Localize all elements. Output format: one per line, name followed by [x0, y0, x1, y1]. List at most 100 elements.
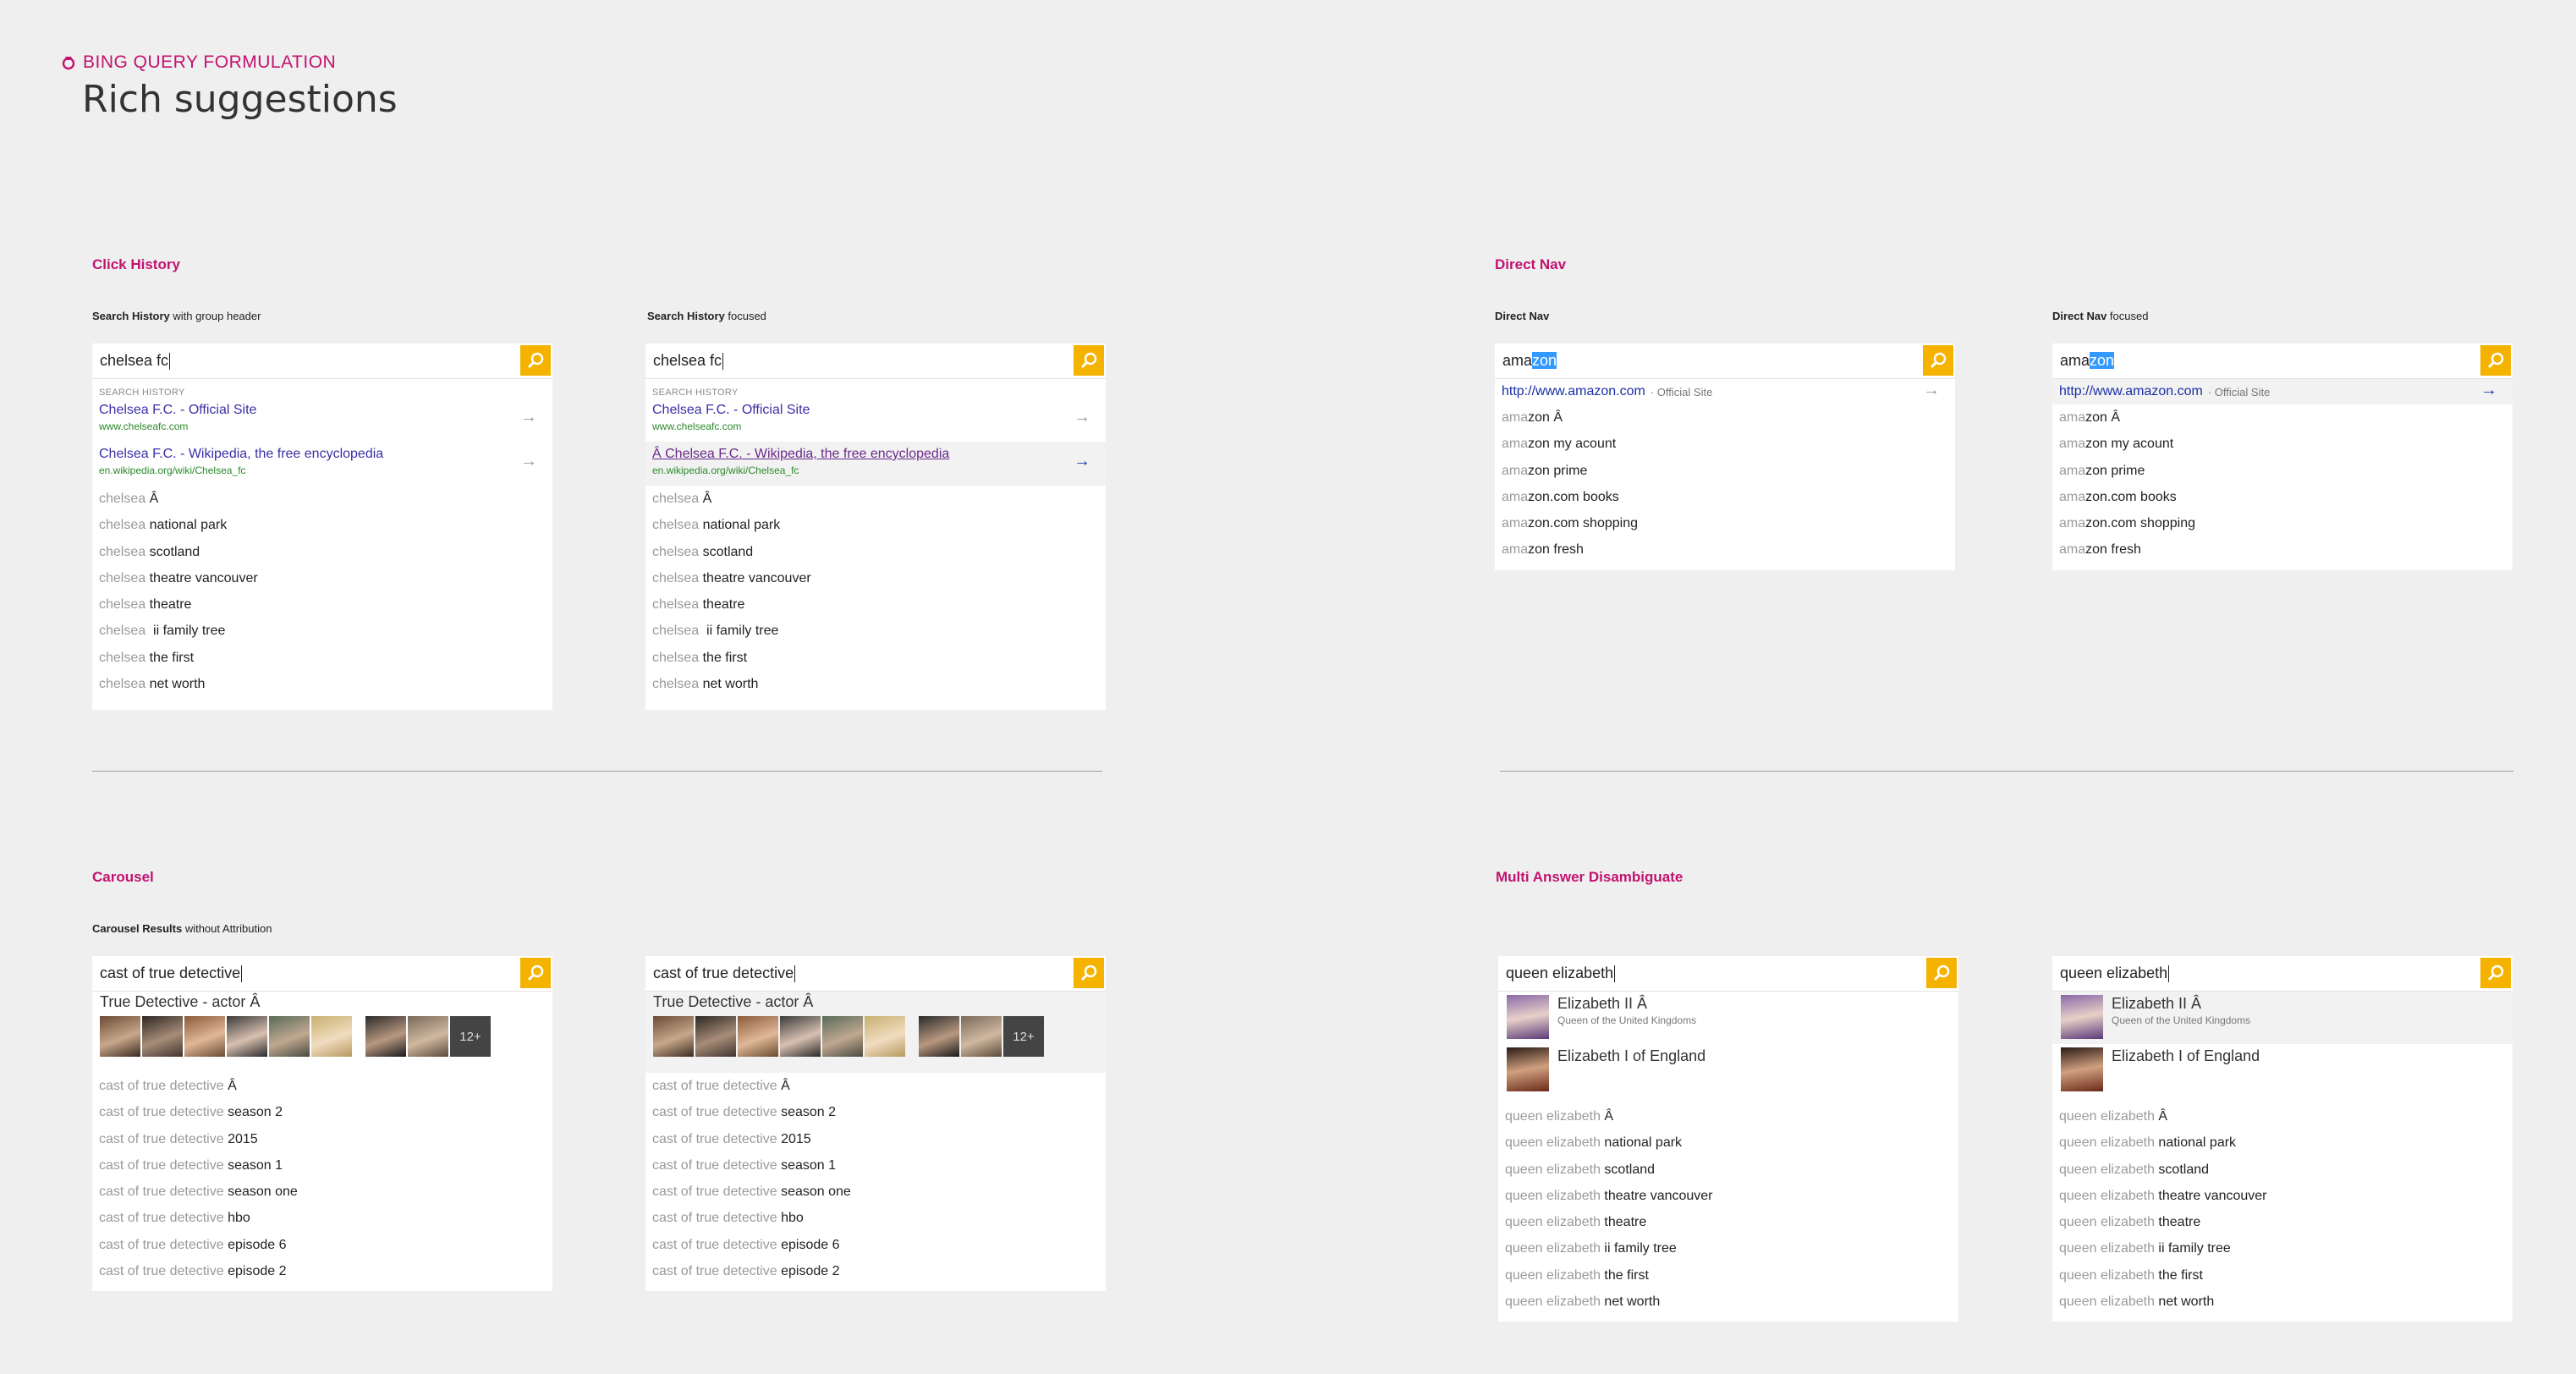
search-button[interactable] [1074, 958, 1104, 988]
answer-name[interactable]: Elizabeth II Â [1557, 995, 1696, 1013]
suggestion-item[interactable]: queen elizabeth ii family tree [1498, 1235, 1958, 1261]
arrow-right-icon[interactable]: → [520, 452, 537, 471]
suggestion-item[interactable]: cast of true detective season one [92, 1179, 552, 1205]
search-input[interactable]: cast of true detective [645, 965, 796, 983]
suggestion-item[interactable]: queen elizabeth Â [2052, 1103, 2513, 1129]
suggestion-item[interactable]: queen elizabeth the first [2052, 1262, 2513, 1289]
answer-thumbnail[interactable] [2061, 1047, 2103, 1091]
search-button[interactable] [1923, 345, 1953, 376]
suggestion-item[interactable]: amazon Â [1495, 404, 1955, 431]
suggestion-item[interactable]: cast of true detective episode 2 [645, 1258, 1106, 1284]
search-box[interactable]: amazon [1495, 344, 1955, 379]
search-button[interactable] [1074, 345, 1104, 376]
suggestion-item[interactable]: queen elizabeth theatre vancouver [1498, 1183, 1958, 1209]
suggestion-item[interactable]: chelsea theatre [645, 591, 1106, 618]
actor-thumbnail[interactable] [961, 1016, 1002, 1057]
actor-thumbnail[interactable] [653, 1016, 694, 1057]
suggestion-item[interactable]: queen elizabeth national park [1498, 1129, 1958, 1156]
suggestion-item[interactable]: queen elizabeth net worth [1498, 1289, 1958, 1315]
suggestion-item[interactable]: chelsea national park [645, 512, 1106, 538]
arrow-right-icon[interactable]: → [520, 408, 537, 427]
search-input[interactable]: amazon [1495, 352, 1557, 370]
suggestion-item[interactable]: queen elizabeth theatre [2052, 1209, 2513, 1235]
suggestion-item[interactable]: amazon prime [1495, 458, 1955, 484]
suggestion-item[interactable]: queen elizabeth national park [2052, 1129, 2513, 1156]
suggestion-item[interactable]: cast of true detective season 1 [92, 1152, 552, 1179]
search-box[interactable]: queen elizabeth [2052, 956, 2513, 992]
suggestion-item[interactable]: chelsea theatre vancouver [645, 565, 1106, 591]
search-box[interactable]: amazon [2052, 344, 2513, 379]
suggestion-item[interactable]: queen elizabeth scotland [2052, 1157, 2513, 1183]
suggestion-item[interactable]: cast of true detective season 1 [645, 1152, 1106, 1179]
suggestion-item[interactable]: chelsea net worth [645, 671, 1106, 697]
answer-item[interactable]: Elizabeth II Â Queen of the United Kingd… [1498, 992, 1958, 1044]
suggestion-item[interactable]: amazon.com shopping [1495, 510, 1955, 536]
search-box[interactable]: cast of true detective [645, 956, 1106, 992]
answer-item-focused[interactable]: Elizabeth II Â Queen of the United Kingd… [2052, 992, 2513, 1044]
arrow-right-icon[interactable]: → [1074, 408, 1090, 427]
suggestion-item[interactable]: chelsea ii family tree [645, 618, 1106, 644]
suggestion-item[interactable]: cast of true detective season 2 [92, 1099, 552, 1125]
suggestion-item[interactable]: chelsea Â [645, 486, 1106, 512]
search-button[interactable] [2480, 958, 2511, 988]
history-item[interactable]: Chelsea F.C. - Wikipedia, the free encyc… [92, 442, 552, 486]
answer-thumbnail[interactable] [1507, 995, 1549, 1039]
search-input[interactable]: chelsea fc [645, 352, 724, 371]
actor-thumbnail[interactable] [738, 1016, 778, 1057]
actor-thumbnail[interactable] [311, 1016, 352, 1057]
suggestion-item[interactable]: amazon Â [2052, 404, 2513, 431]
answer-name[interactable]: Elizabeth I of England [2112, 1047, 2260, 1065]
search-input[interactable]: queen elizabeth [2052, 965, 2170, 983]
actor-thumbnail[interactable] [865, 1016, 905, 1057]
suggestion-item[interactable]: amazon.com books [1495, 484, 1955, 510]
search-input[interactable]: queen elizabeth [1498, 965, 1616, 983]
actor-thumbnail[interactable] [100, 1016, 140, 1057]
history-title[interactable]: Chelsea F.C. - Official Site [652, 403, 1099, 418]
suggestion-item[interactable]: chelsea theatre [92, 591, 552, 618]
answer-item[interactable]: Elizabeth I of England [2052, 1044, 2513, 1096]
suggestion-item[interactable]: chelsea scotland [645, 539, 1106, 565]
suggestion-item[interactable]: queen elizabeth net worth [2052, 1289, 2513, 1315]
actor-thumbnail[interactable] [184, 1016, 225, 1057]
suggestion-item[interactable]: cast of true detective 2015 [645, 1126, 1106, 1152]
suggestion-item[interactable]: queen elizabeth ii family tree [2052, 1235, 2513, 1261]
suggestion-item[interactable]: cast of true detective episode 6 [645, 1232, 1106, 1258]
history-item[interactable]: Chelsea F.C. - Official Site www.chelsea… [92, 398, 552, 442]
carousel-title[interactable]: True Detective - actor Â [100, 993, 545, 1011]
history-title[interactable]: Chelsea F.C. - Wikipedia, the free encyc… [99, 447, 546, 462]
answer-thumbnail[interactable] [1507, 1047, 1549, 1091]
search-button[interactable] [2480, 345, 2511, 376]
actor-thumbnail[interactable] [695, 1016, 736, 1057]
nav-url[interactable]: http://www.amazon.com [2059, 384, 2203, 399]
suggestion-item[interactable]: amazon prime [2052, 458, 2513, 484]
suggestion-item[interactable]: chelsea the first [645, 645, 1106, 671]
suggestion-item[interactable]: cast of true detective episode 6 [92, 1232, 552, 1258]
suggestion-item[interactable]: queen elizabeth theatre vancouver [2052, 1183, 2513, 1209]
suggestion-item[interactable]: amazon fresh [2052, 536, 2513, 563]
nav-url[interactable]: http://www.amazon.com [1502, 384, 1645, 399]
more-actors-button[interactable]: 12+ [450, 1016, 491, 1057]
search-box[interactable]: cast of true detective [92, 956, 552, 992]
suggestion-item[interactable]: amazon my acount [2052, 431, 2513, 457]
history-title[interactable]: Chelsea F.C. - Official Site [99, 403, 546, 418]
more-actors-button[interactable]: 12+ [1003, 1016, 1044, 1057]
suggestion-item[interactable]: cast of true detective hbo [645, 1205, 1106, 1231]
carousel-result-focused[interactable]: True Detective - actor Â 12+ [645, 992, 1106, 1073]
actor-thumbnail[interactable] [822, 1016, 863, 1057]
search-input[interactable]: amazon [2052, 352, 2115, 370]
search-box[interactable]: chelsea fc [645, 344, 1106, 379]
answer-name[interactable]: Elizabeth I of England [1557, 1047, 1705, 1065]
suggestion-item[interactable]: chelsea scotland [92, 539, 552, 565]
arrow-right-icon[interactable]: → [2480, 381, 2497, 400]
answer-name[interactable]: Elizabeth II Â [2112, 995, 2250, 1013]
suggestion-item[interactable]: queen elizabeth scotland [1498, 1157, 1958, 1183]
direct-nav-item[interactable]: http://www.amazon.com · Official Site → [1495, 379, 1955, 404]
suggestion-item[interactable]: chelsea the first [92, 645, 552, 671]
suggestion-item[interactable]: cast of true detective episode 2 [92, 1258, 552, 1284]
answer-thumbnail[interactable] [2061, 995, 2103, 1039]
history-item-focused[interactable]: Â Chelsea F.C. - Wikipedia, the free enc… [645, 442, 1106, 486]
suggestion-item[interactable]: cast of true detective hbo [92, 1205, 552, 1231]
search-input[interactable]: chelsea fc [92, 352, 171, 371]
suggestion-item[interactable]: chelsea ii family tree [92, 618, 552, 644]
suggestion-item[interactable]: cast of true detective Â [92, 1073, 552, 1099]
